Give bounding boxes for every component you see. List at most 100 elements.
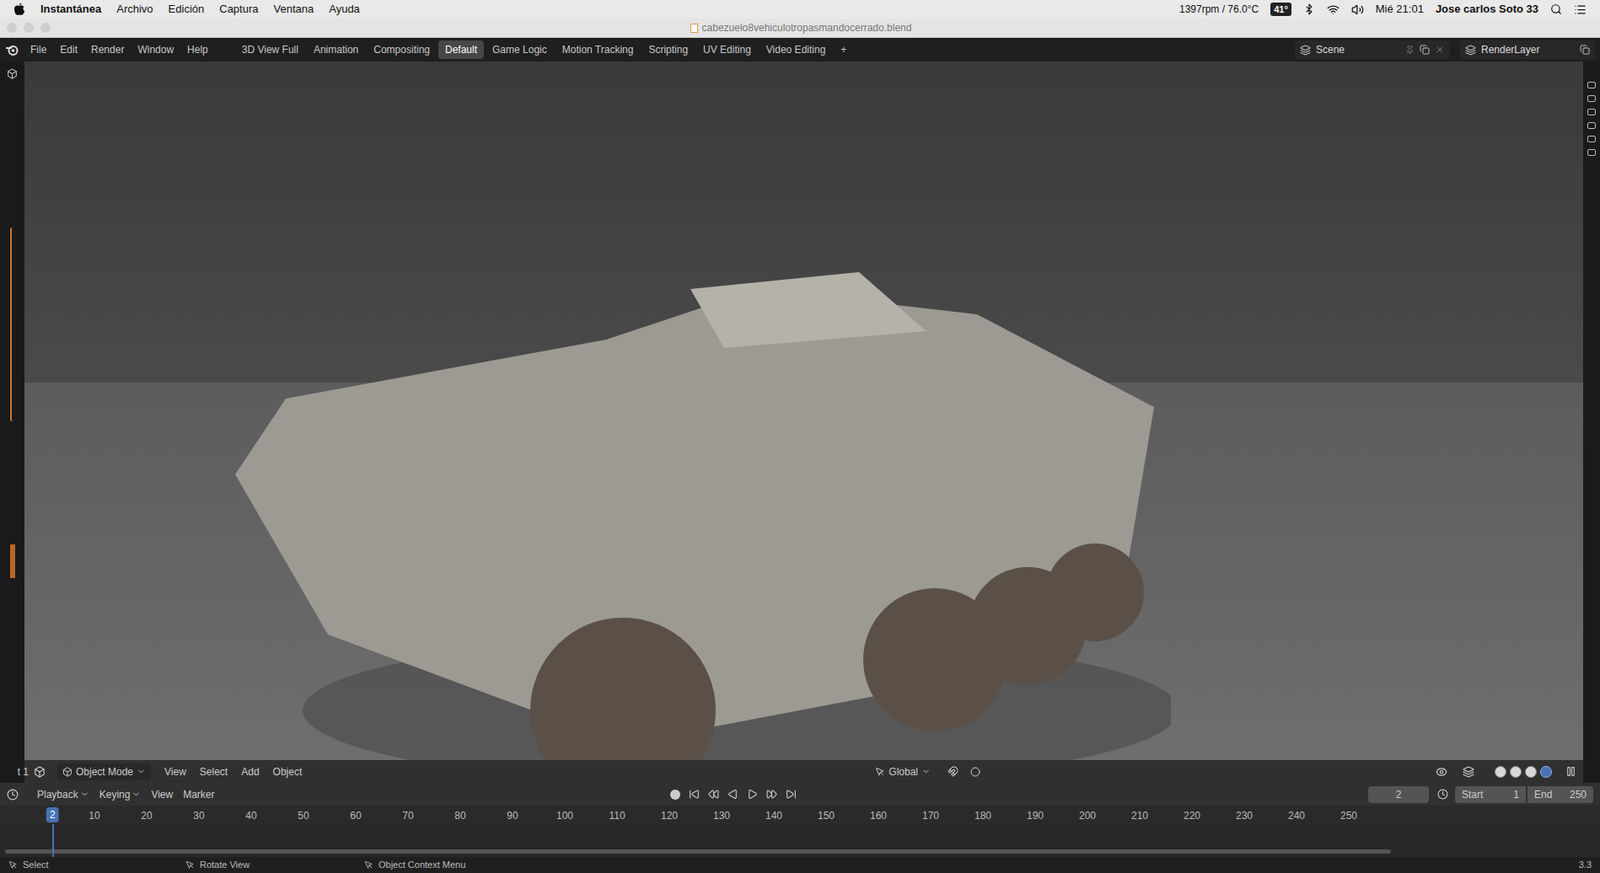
- scene-icon: [1299, 44, 1311, 56]
- playhead-frame[interactable]: 2: [46, 807, 60, 823]
- user-name[interactable]: Jose carlos Soto 33: [1435, 0, 1539, 18]
- wifi-icon[interactable]: [1326, 3, 1340, 17]
- volume-icon[interactable]: [1351, 3, 1364, 17]
- workspace-tab[interactable]: Scripting: [641, 40, 695, 60]
- shading-solid-button[interactable]: [1509, 766, 1522, 779]
- scene-selector[interactable]: Scene: [1294, 40, 1450, 60]
- new-view-layer-icon[interactable]: [1579, 44, 1590, 55]
- workspace-tab[interactable]: UV Editing: [696, 40, 758, 60]
- start-frame-field[interactable]: Start1: [1455, 786, 1526, 804]
- jump-end-icon[interactable]: [785, 789, 797, 800]
- top-menu-item[interactable]: Window: [130, 40, 181, 60]
- workspace-tab[interactable]: 3D View Full: [235, 40, 306, 60]
- workspace-tab[interactable]: Animation: [306, 40, 366, 60]
- app-name[interactable]: Instantánea: [40, 0, 102, 18]
- workspace-tab[interactable]: Game Logic: [485, 40, 554, 60]
- current-frame-field[interactable]: 2: [1368, 786, 1429, 804]
- frame-tick: 10: [88, 808, 100, 824]
- workspace-tab[interactable]: Motion Tracking: [555, 40, 641, 60]
- timeline-menu[interactable]: Playback: [37, 787, 90, 803]
- bluetooth-icon[interactable]: [1303, 3, 1316, 16]
- apple-logo-icon[interactable]: [13, 2, 26, 17]
- collection-icon[interactable]: [1587, 149, 1596, 156]
- end-frame-field[interactable]: End250: [1527, 786, 1594, 804]
- zoom-button[interactable]: [40, 22, 51, 33]
- new-scene-icon[interactable]: [1419, 44, 1430, 55]
- dropdown-icon: [131, 789, 141, 800]
- record-button[interactable]: [670, 789, 681, 800]
- top-menu-item[interactable]: Edit: [53, 40, 85, 60]
- blender-top-bar: FileEditRenderWindowHelp 3D View FullAnim…: [0, 37, 1600, 62]
- timeline-menu[interactable]: Keying: [99, 787, 142, 803]
- frame-tick: 90: [506, 808, 518, 824]
- top-menu-item[interactable]: Help: [180, 40, 215, 60]
- fan-status[interactable]: 1397rpm / 76.0°C: [1179, 1, 1259, 17]
- transform-icon: [875, 767, 886, 778]
- view-layer-selector[interactable]: RenderLayer: [1460, 40, 1595, 60]
- close-button[interactable]: [6, 22, 17, 33]
- collection-icon[interactable]: [1587, 81, 1596, 89]
- viewport-menu-item[interactable]: View: [164, 764, 187, 780]
- overlays-icon[interactable]: [1462, 766, 1475, 779]
- left-region: [0, 61, 25, 784]
- workspace-tab[interactable]: Video Editing: [759, 40, 833, 60]
- clock[interactable]: Mié 21:01: [1375, 0, 1424, 18]
- frame-tick: 240: [1288, 808, 1305, 824]
- mac-menu-item[interactable]: Edición: [168, 0, 205, 18]
- jump-keyframe-back-icon[interactable]: [708, 789, 720, 800]
- jump-start-icon[interactable]: [688, 789, 700, 800]
- minimize-button[interactable]: [23, 22, 34, 33]
- editor-type-icon[interactable]: [33, 766, 46, 779]
- timeline-scrollbar[interactable]: [5, 849, 1391, 854]
- window-title-bar: cabezuelo8vehiculotropasmandocerrado.ble…: [0, 18, 1600, 38]
- viewport-menu-item[interactable]: Add: [241, 764, 259, 780]
- frame-tick: 230: [1235, 808, 1253, 824]
- shading-rendered-button[interactable]: [1540, 766, 1552, 779]
- mac-menu-item[interactable]: Captura: [219, 0, 258, 18]
- snap-icon[interactable]: [947, 766, 959, 778]
- tool-icon[interactable]: [6, 68, 18, 80]
- pin-icon[interactable]: [1405, 45, 1415, 55]
- timeline-body[interactable]: [0, 824, 1600, 858]
- frame-tick: 200: [1079, 808, 1096, 824]
- collection-icon[interactable]: [1587, 95, 1596, 103]
- workspace-tab[interactable]: Compositing: [366, 40, 437, 60]
- preview-range-icon[interactable]: [1437, 789, 1449, 800]
- mac-menu-item[interactable]: Archivo: [116, 0, 153, 18]
- mac-menu-item[interactable]: Ventana: [273, 0, 315, 18]
- frame-tick: 210: [1131, 808, 1149, 824]
- frame-tick: 60: [349, 808, 361, 824]
- collection-icon[interactable]: [1587, 108, 1596, 116]
- proportional-edit-icon[interactable]: [970, 767, 981, 778]
- timeline-editor-icon[interactable]: [6, 789, 19, 801]
- timeline-menu[interactable]: Marker: [182, 787, 215, 803]
- viewport-menu-item[interactable]: Object: [273, 764, 303, 780]
- gizmo-toggle-icon[interactable]: [1565, 766, 1577, 778]
- jump-keyframe-forward-icon[interactable]: [766, 789, 778, 800]
- mode-dropdown[interactable]: Object Mode: [57, 763, 151, 781]
- viewport-menu-item[interactable]: Select: [199, 764, 228, 780]
- frame-tick: 30: [193, 808, 205, 824]
- play-reverse-icon[interactable]: [727, 789, 739, 800]
- mac-menu-item[interactable]: Ayuda: [328, 0, 360, 18]
- add-workspace-button[interactable]: +: [833, 40, 854, 60]
- temp-badge[interactable]: 41°: [1270, 2, 1292, 17]
- visibility-icon[interactable]: [1435, 766, 1448, 779]
- delete-scene-icon[interactable]: [1434, 44, 1445, 55]
- viewport-render[interactable]: [24, 61, 1584, 761]
- top-menu-item[interactable]: Render: [84, 40, 131, 60]
- orientation-dropdown[interactable]: Global: [869, 764, 936, 780]
- shading-material-button[interactable]: [1524, 766, 1537, 779]
- blender-logo-icon[interactable]: [5, 43, 19, 56]
- control-center-icon[interactable]: [1573, 3, 1587, 17]
- search-icon[interactable]: [1550, 3, 1563, 16]
- top-menu-item[interactable]: File: [23, 40, 54, 60]
- shading-wireframe-button[interactable]: [1494, 766, 1507, 779]
- collection-icon[interactable]: [1587, 122, 1596, 129]
- frame-tick: 20: [140, 808, 152, 824]
- dropdown-icon: [80, 789, 90, 800]
- collection-icon[interactable]: [1587, 135, 1596, 143]
- timeline-menu[interactable]: View: [150, 787, 173, 803]
- workspace-tab[interactable]: Default: [438, 40, 484, 60]
- play-icon[interactable]: [746, 789, 758, 800]
